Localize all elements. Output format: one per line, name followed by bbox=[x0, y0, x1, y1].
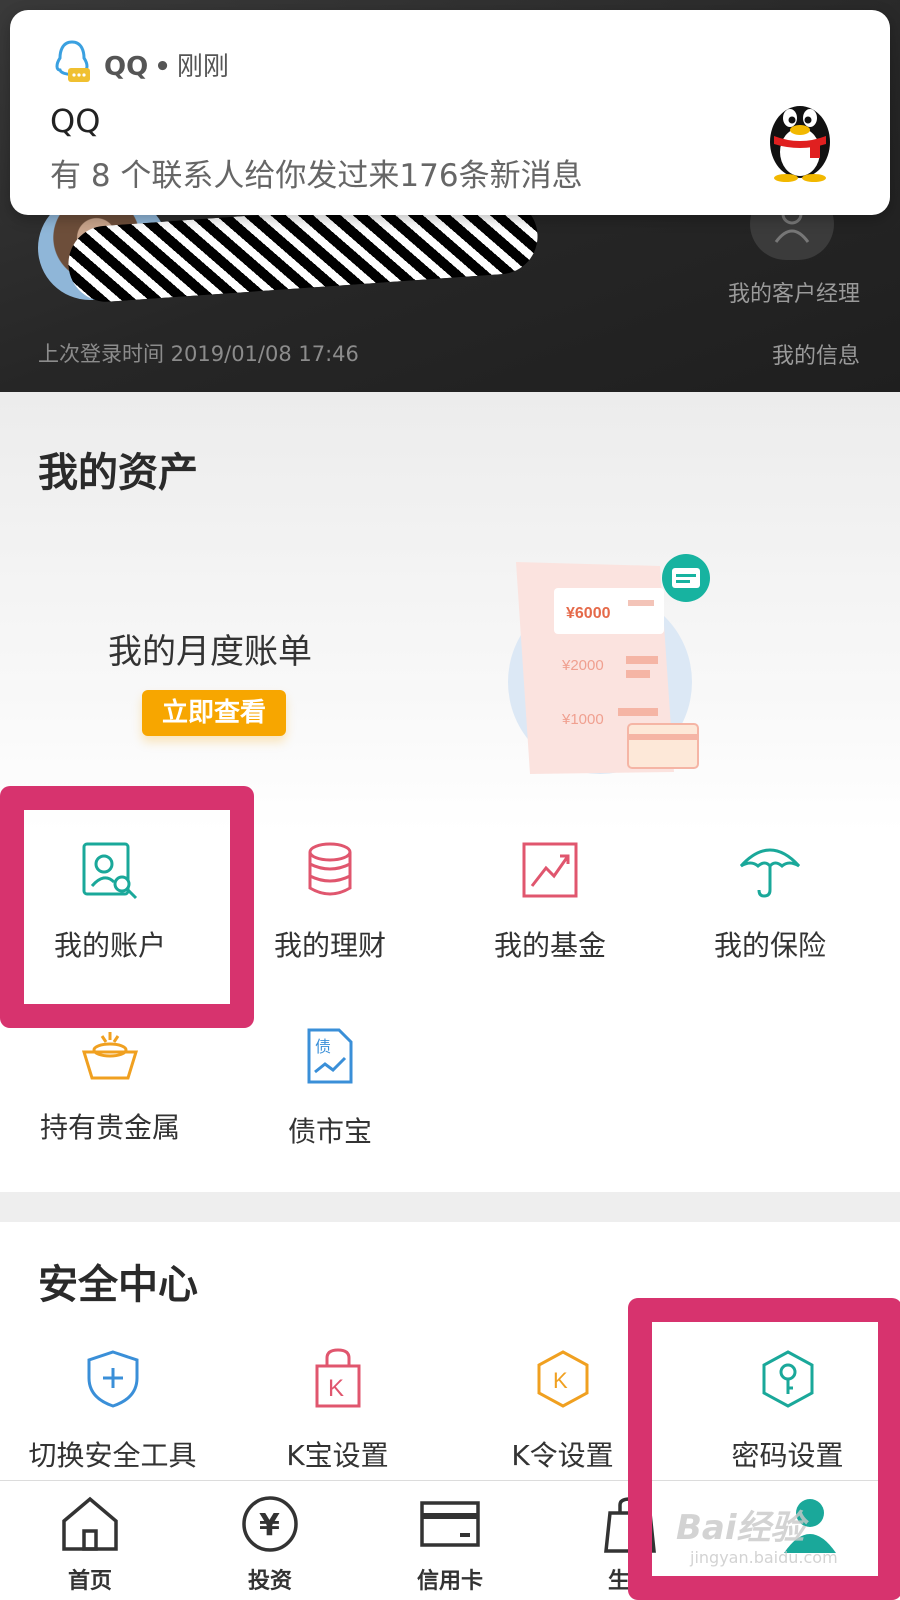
nav-home[interactable]: 首页 bbox=[20, 1495, 160, 1595]
k-glyph-2: K bbox=[553, 1368, 568, 1393]
baidu-watermark: Bai经验 bbox=[676, 1508, 805, 1548]
nav-invest-label: 投资 bbox=[247, 1569, 292, 1594]
baidu-watermark-url: jingyan.baidu.com bbox=[690, 1548, 838, 1567]
account-search-icon bbox=[82, 842, 138, 900]
umbrella-icon bbox=[739, 848, 801, 898]
view-now-button[interactable]: 立即查看 bbox=[142, 690, 286, 736]
nav-invest[interactable]: ¥ 投资 bbox=[200, 1495, 340, 1595]
assets-section: 我的资产 我的月度账单 立即查看 ¥6000 ¥2000 ¥1000 我的账户 bbox=[0, 392, 900, 1192]
home-icon bbox=[62, 1496, 118, 1551]
bond-market-item[interactable]: 债 债市宝 bbox=[220, 1026, 440, 1150]
k-hexagon-icon: K bbox=[537, 1350, 588, 1408]
monthly-bill-title[interactable]: 我的月度账单 bbox=[108, 624, 312, 673]
my-info-link[interactable]: 我的信息 bbox=[772, 338, 860, 370]
nav-home-label: 首页 bbox=[67, 1569, 112, 1594]
bond-market-label: 债市宝 bbox=[287, 1115, 372, 1148]
k-token-settings-label: K令设置 bbox=[511, 1439, 614, 1472]
k-lock-icon: K bbox=[315, 1348, 360, 1408]
shield-plus-icon bbox=[87, 1350, 138, 1408]
yuan-icon: ¥ bbox=[242, 1496, 298, 1552]
bill-amount-1: ¥6000 bbox=[566, 605, 611, 622]
password-settings-item[interactable]: 密码设置 bbox=[675, 1348, 900, 1474]
nav-credit-card[interactable]: 信用卡 bbox=[380, 1495, 520, 1595]
bill-amount-2: ¥2000 bbox=[561, 657, 604, 674]
my-insurance-label: 我的保险 bbox=[713, 929, 826, 962]
security-title: 安全中心 bbox=[38, 1262, 198, 1308]
nav-life-label: 生活 bbox=[607, 1569, 652, 1594]
trend-chart-icon bbox=[522, 842, 578, 898]
security-section: 安全中心 切换安全工具 K K宝设置 K K令设置 密码设置 bbox=[0, 1222, 900, 1482]
last-login-time: 上次登录时间 2019/01/08 17:46 bbox=[38, 342, 359, 366]
notification-app-name: QQ bbox=[104, 52, 149, 82]
coin-stack-icon bbox=[308, 842, 352, 896]
notification-time: 刚刚 bbox=[176, 52, 229, 82]
gold-basket-icon bbox=[81, 1032, 139, 1080]
separator: • bbox=[154, 52, 171, 82]
qq-app-icon bbox=[55, 40, 90, 82]
nav-credit-card-label: 信用卡 bbox=[416, 1569, 483, 1594]
qq-notification[interactable]: QQ • 刚刚 QQ 有 8 个联系人给你发过来176条新消息 bbox=[10, 10, 890, 215]
switch-security-tool-item[interactable]: 切换安全工具 bbox=[0, 1348, 225, 1474]
qq-penguin-icon bbox=[770, 106, 830, 182]
k-treasure-settings-label: K宝设置 bbox=[286, 1439, 389, 1472]
my-fund-label: 我的基金 bbox=[493, 929, 606, 962]
bond-glyph: 债 bbox=[315, 1037, 331, 1056]
precious-metals-label: 持有贵金属 bbox=[39, 1111, 180, 1144]
assets-title: 我的资产 bbox=[38, 450, 198, 496]
section-divider bbox=[0, 1192, 900, 1222]
credit-card-icon bbox=[420, 1501, 480, 1547]
bill-amount-3: ¥1000 bbox=[561, 711, 604, 728]
bill-illustration: ¥6000 ¥2000 ¥1000 bbox=[508, 554, 710, 774]
precious-metals-item[interactable]: 持有贵金属 bbox=[0, 1026, 220, 1146]
my-wealth-item[interactable]: 我的理财 bbox=[220, 840, 440, 964]
my-fund-item[interactable]: 我的基金 bbox=[440, 840, 660, 964]
my-insurance-item[interactable]: 我的保险 bbox=[660, 840, 880, 964]
k-treasure-settings-item[interactable]: K K宝设置 bbox=[225, 1348, 450, 1474]
k-token-settings-item[interactable]: K K令设置 bbox=[450, 1348, 675, 1474]
notification-title: QQ bbox=[50, 102, 101, 140]
notification-message: 有 8 个联系人给你发过来176条新消息 bbox=[50, 158, 583, 194]
customer-manager-label[interactable]: 我的客户经理 bbox=[728, 276, 860, 308]
key-hexagon-icon bbox=[762, 1350, 813, 1408]
k-glyph: K bbox=[328, 1375, 344, 1402]
bond-document-icon: 债 bbox=[307, 1028, 353, 1084]
yuan-glyph: ¥ bbox=[259, 1508, 280, 1543]
my-account-label: 我的账户 bbox=[53, 929, 166, 962]
shopping-bag-icon bbox=[604, 1497, 656, 1553]
switch-security-tool-label: 切换安全工具 bbox=[28, 1439, 197, 1472]
my-wealth-label: 我的理财 bbox=[273, 929, 386, 962]
notification-app-row: QQ • 刚刚 bbox=[104, 46, 229, 83]
my-account-item[interactable]: 我的账户 bbox=[0, 840, 220, 964]
password-settings-label: 密码设置 bbox=[731, 1439, 844, 1472]
